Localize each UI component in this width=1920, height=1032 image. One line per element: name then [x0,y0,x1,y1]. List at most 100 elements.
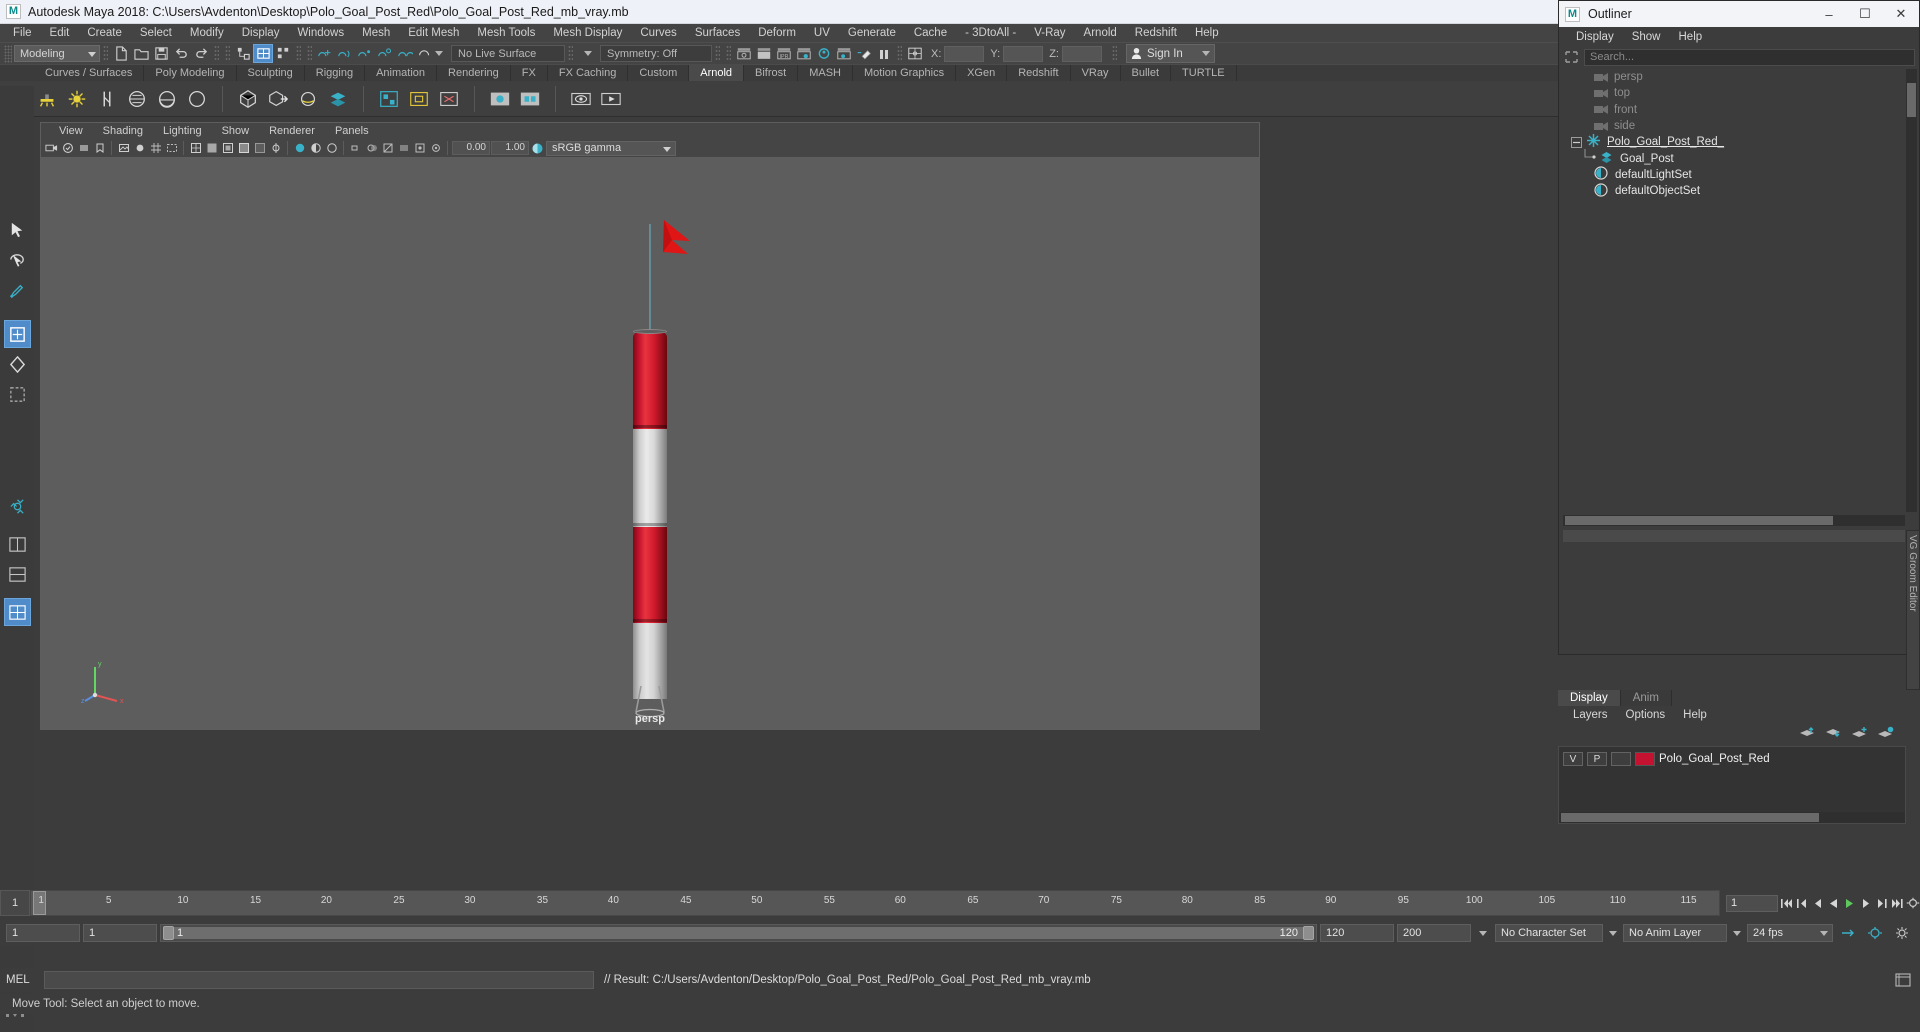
layer-display-type-toggle[interactable] [1611,752,1631,766]
menu-select[interactable]: Select [131,24,181,42]
arnold-aov-icon[interactable] [325,86,351,112]
menu-create[interactable]: Create [78,24,131,42]
menu-3dtoall[interactable]: - 3DtoAll - [956,24,1025,42]
layer-playback-toggle[interactable]: P [1587,752,1607,766]
move-layer-down-icon[interactable] [1825,726,1842,742]
outliner-item-defaultobjectset[interactable]: defaultObjectSet [1563,183,1905,199]
open-scene-button[interactable] [131,44,151,63]
menu-mesh-display[interactable]: Mesh Display [544,24,631,42]
viewport-menu-show[interactable]: Show [212,125,260,137]
shelf-tab-rigging[interactable]: Rigging [305,65,366,81]
motion-blur-icon[interactable] [396,141,411,156]
arnold-photometric-light-icon[interactable] [184,86,210,112]
animation-end-time-field[interactable]: 200 [1397,924,1471,942]
selection-frame-icon[interactable] [1563,49,1580,65]
menu-help[interactable]: Help [1186,24,1228,42]
outliner-vertical-scrollbar[interactable] [1906,69,1917,512]
outliner-horizontal-scrollbar[interactable] [1563,515,1905,526]
sign-in-button[interactable]: Sign In [1125,44,1215,63]
outliner-resize-handle[interactable] [1563,530,1905,542]
menu-edit[interactable]: Edit [41,24,79,42]
depth-of-field-icon[interactable] [428,141,443,156]
outliner-search-input[interactable]: Search... [1584,48,1915,66]
shelf-tab-xgen[interactable]: XGen [956,65,1008,81]
shelf-tab-fx-caching[interactable]: FX Caching [548,65,629,81]
menu-redshift[interactable]: Redshift [1126,24,1186,42]
shelf-tab-vray[interactable]: VRay [1071,65,1121,81]
outliner-item-top[interactable]: top [1563,85,1905,101]
menu-generate[interactable]: Generate [839,24,905,42]
maximize-button[interactable]: ☐ [1847,1,1883,27]
shaded-mode-icon[interactable] [308,141,323,156]
use-default-material-icon[interactable] [292,141,307,156]
step-forward-key-button[interactable] [1874,895,1888,912]
menu-modify[interactable]: Modify [181,24,233,42]
screen-space-ao-icon[interactable] [380,141,395,156]
render-view-button[interactable]: IPR [774,44,794,63]
menu-vray[interactable]: V-Ray [1025,24,1074,42]
select-tool-button[interactable] [4,216,31,244]
smooth-shade-selected-icon[interactable] [220,141,235,156]
shelf-tab-redshift[interactable]: Redshift [1007,65,1071,81]
minimize-button[interactable]: – [1811,1,1847,27]
y-coordinate-input[interactable] [1003,45,1044,62]
viewport-3d-canvas[interactable]: y x z persp [40,157,1260,730]
make-live-button[interactable] [415,44,435,63]
viewport-menu-lighting[interactable]: Lighting [153,125,212,137]
play-forwards-button[interactable] [1843,895,1857,912]
shelf-tab-fx[interactable]: FX [511,65,548,81]
menu-set-selector[interactable]: Modeling [14,45,100,62]
xray-mode-icon[interactable] [252,141,267,156]
lasso-tool-button[interactable] [4,246,31,274]
menu-mesh[interactable]: Mesh [353,24,399,42]
outliner-tree[interactable]: persp top front side Polo_Goal_Post_Red_… [1563,69,1905,514]
layer-color-swatch[interactable] [1635,752,1655,766]
menu-deform[interactable]: Deform [749,24,805,42]
current-frame-field[interactable]: 1 [1726,894,1778,912]
arnold-flush-cache-icon[interactable] [436,86,462,112]
tool-settings-toggle-button[interactable] [754,44,774,63]
layer-menu-options[interactable]: Options [1617,709,1675,721]
arnold-render-settings-icon[interactable] [517,86,543,112]
arnold-skydome-light-icon[interactable] [124,86,150,112]
outliner-menu-help[interactable]: Help [1670,31,1712,43]
playback-speed-field[interactable]: 24 fps [1747,924,1833,942]
bookmark-icon[interactable] [92,141,107,156]
status-line-gripper[interactable] [4,44,12,63]
character-set-chevron-icon[interactable] [1606,930,1620,936]
snap-to-view-planes-button[interactable] [395,44,415,63]
shelf-tab-bullet[interactable]: Bullet [1121,65,1172,81]
add-layer-icon[interactable] [1851,726,1868,742]
lights-toggle-icon[interactable] [348,141,363,156]
two-sided-lighting-icon[interactable] [132,141,147,156]
save-scene-button[interactable] [151,44,171,63]
range-start-time-field[interactable]: 1 [83,924,157,942]
wireframe-shading-icon[interactable] [188,141,203,156]
render-sequence-button[interactable] [834,44,854,63]
range-options-chevron-icon[interactable] [1474,930,1492,936]
rotate-tool-button[interactable] [4,350,31,378]
live-surface-field[interactable]: No Live Surface [451,45,565,62]
menu-surfaces[interactable]: Surfaces [686,24,749,42]
add-layer-with-selected-icon[interactable] [1877,726,1894,742]
layer-list-horizontal-scrollbar[interactable] [1559,812,1905,823]
color-management-toggle-icon[interactable] [530,141,545,156]
single-pane-layout-button[interactable] [4,530,31,558]
outliner-item-side[interactable]: side [1563,118,1905,134]
arnold-play-sequence-icon[interactable] [598,86,624,112]
grid-toggle-icon[interactable] [148,141,163,156]
arnold-render-region-icon[interactable] [406,86,432,112]
menu-uv[interactable]: UV [805,24,839,42]
snap-to-curve-button[interactable] [335,44,355,63]
outliner-item-persp[interactable]: persp [1563,69,1905,85]
menu-arnold[interactable]: Arnold [1075,24,1126,42]
viewport-menu-renderer[interactable]: Renderer [259,125,325,137]
tab-anim-layers[interactable]: Anim [1620,690,1672,706]
wireframe-on-shaded-icon[interactable] [236,141,251,156]
vg-groom-editor-tab[interactable]: VG Groom Editor [1906,530,1920,690]
multisample-aa-icon[interactable] [412,141,427,156]
shelf-tab-arnold[interactable]: Arnold [689,65,745,81]
go-to-start-button[interactable] [1780,895,1794,912]
arnold-point-light-icon[interactable] [64,86,90,112]
menu-mesh-tools[interactable]: Mesh Tools [468,24,544,42]
